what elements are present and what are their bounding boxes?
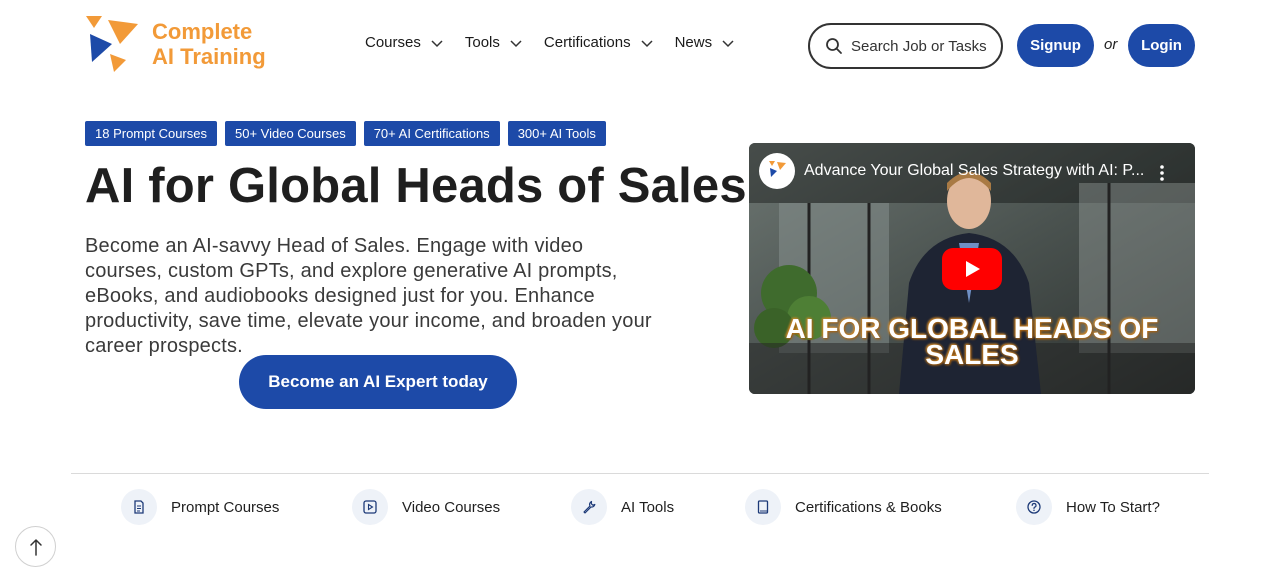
arrow-up-icon xyxy=(29,538,42,556)
site-header: Complete AI Training Courses Tools Certi… xyxy=(0,0,1280,90)
chevron-down-icon xyxy=(722,40,734,48)
icon-circle xyxy=(745,489,781,525)
video-caption: AI FOR GLOBAL HEADS OF SALES xyxy=(749,315,1195,370)
signup-button[interactable]: Signup xyxy=(1017,24,1094,67)
nav-label: Tools xyxy=(464,34,500,51)
logo-text: Complete AI Training xyxy=(152,19,266,69)
channel-logo[interactable] xyxy=(759,153,795,189)
logo-mark-icon xyxy=(86,16,138,72)
nav-tools[interactable]: Tools xyxy=(465,34,522,51)
section-divider xyxy=(71,473,1209,474)
become-expert-button[interactable]: Become an AI Expert today xyxy=(239,355,517,409)
nav-courses[interactable]: Courses xyxy=(365,34,443,51)
scroll-to-top-button[interactable] xyxy=(15,526,56,567)
main-nav: Courses Tools Certifications News xyxy=(365,34,756,51)
badge-ai-tools: 300+ AI Tools xyxy=(507,121,606,146)
more-vertical-icon[interactable] xyxy=(1157,163,1167,183)
play-square-icon xyxy=(363,500,377,514)
wrench-icon xyxy=(583,500,596,514)
document-icon xyxy=(134,500,144,514)
badge-ai-certifications: 70+ AI Certifications xyxy=(363,121,500,146)
icon-circle xyxy=(352,489,388,525)
chevron-down-icon xyxy=(510,40,522,48)
icon-circle xyxy=(1016,489,1052,525)
bottom-nav-label: Certifications & Books xyxy=(795,498,942,516)
bottom-nav-label: AI Tools xyxy=(621,498,675,516)
bottom-nav-certifications-books[interactable]: Certifications & Books xyxy=(745,489,942,525)
nav-certifications[interactable]: Certifications xyxy=(544,34,653,51)
hero-description: Become an AI-savvy Head of Sales. Engage… xyxy=(85,235,652,357)
chevron-down-icon xyxy=(641,40,653,48)
nav-label: Certifications xyxy=(543,34,631,51)
nav-label: Courses xyxy=(365,34,421,51)
icon-circle xyxy=(121,489,157,525)
logo-line1: Complete xyxy=(152,19,253,44)
logo[interactable]: Complete AI Training xyxy=(86,16,266,72)
badge-prompt-courses: 18 Prompt Courses xyxy=(85,121,217,146)
login-button[interactable]: Login xyxy=(1128,24,1195,67)
nav-label: News xyxy=(674,34,713,51)
bottom-nav-prompt-courses[interactable]: Prompt Courses xyxy=(121,489,279,525)
video-title[interactable]: Advance Your Global Sales Strategy with … xyxy=(804,162,1149,180)
bottom-nav-label: Video Courses xyxy=(402,498,501,516)
video-player[interactable]: Advance Your Global Sales Strategy with … xyxy=(749,143,1195,394)
nav-news[interactable]: News xyxy=(675,34,735,51)
logo-mark-icon xyxy=(769,161,786,177)
or-text: or xyxy=(1104,36,1118,53)
search-input[interactable] xyxy=(851,37,996,55)
badge-video-courses: 50+ Video Courses xyxy=(225,121,356,146)
bottom-nav-how-to-start[interactable]: How To Start? xyxy=(1016,489,1160,525)
logo-line2: AI Training xyxy=(152,44,266,69)
question-circle-icon xyxy=(1027,500,1041,514)
bottom-nav-video-courses[interactable]: Video Courses xyxy=(352,489,500,525)
search-icon xyxy=(826,38,842,54)
feature-badges: 18 Prompt Courses 50+ Video Courses 70+ … xyxy=(85,121,614,146)
book-icon xyxy=(757,500,769,514)
chevron-down-icon xyxy=(431,40,443,48)
icon-circle xyxy=(571,489,607,525)
bottom-nav-label: Prompt Courses xyxy=(171,498,280,516)
play-button-icon[interactable] xyxy=(942,248,1002,290)
bottom-nav-label: How To Start? xyxy=(1066,498,1160,516)
search-box[interactable] xyxy=(808,23,1003,69)
page-title: AI for Global Heads of Sales xyxy=(85,159,747,213)
caption-line2: SALES xyxy=(925,339,1019,370)
bottom-nav-ai-tools[interactable]: AI Tools xyxy=(571,489,674,525)
